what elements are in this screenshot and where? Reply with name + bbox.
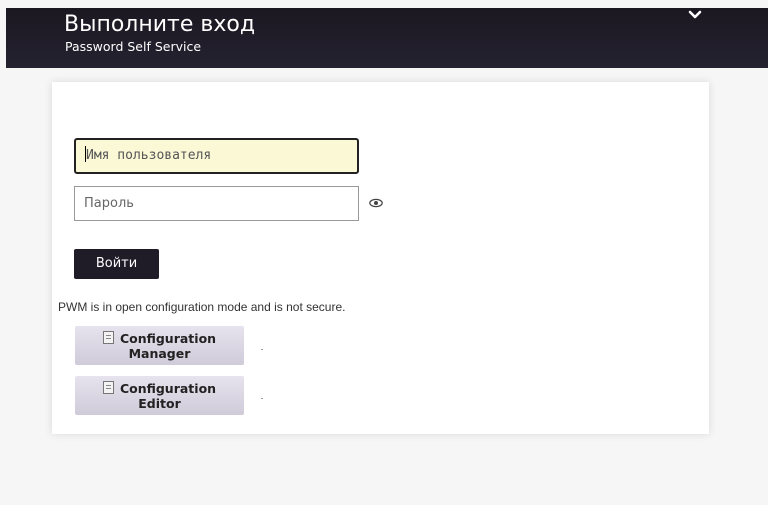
page-header: Выполните вход Password Self Service xyxy=(6,8,768,68)
username-field[interactable]: Имя пользователя xyxy=(74,138,359,174)
username-placeholder: Имя пользователя xyxy=(86,148,212,163)
spacer-dot xyxy=(261,398,263,399)
chevron-down-icon[interactable] xyxy=(686,8,704,24)
editor-label-line1: Configuration xyxy=(119,381,217,396)
document-icon xyxy=(102,331,114,344)
app-subtitle: Password Self Service xyxy=(65,39,202,54)
editor-label-line2: Editor xyxy=(138,396,181,411)
configuration-manager-button[interactable]: Configuration Manager xyxy=(75,326,244,365)
page-title: Выполните вход xyxy=(64,12,256,37)
login-button[interactable]: Войти xyxy=(74,249,159,279)
manager-label-line2: Manager xyxy=(128,346,191,361)
manager-label-line1: Configuration xyxy=(119,331,217,346)
password-field[interactable]: Пароль xyxy=(74,186,359,221)
configuration-editor-button[interactable]: Configuration Editor xyxy=(75,376,244,415)
spacer-dot xyxy=(261,349,263,350)
eye-icon[interactable] xyxy=(369,198,383,208)
document-icon xyxy=(102,381,114,394)
config-mode-notice: PWM is in open configuration mode and is… xyxy=(58,300,346,314)
password-placeholder: Пароль xyxy=(84,196,134,211)
